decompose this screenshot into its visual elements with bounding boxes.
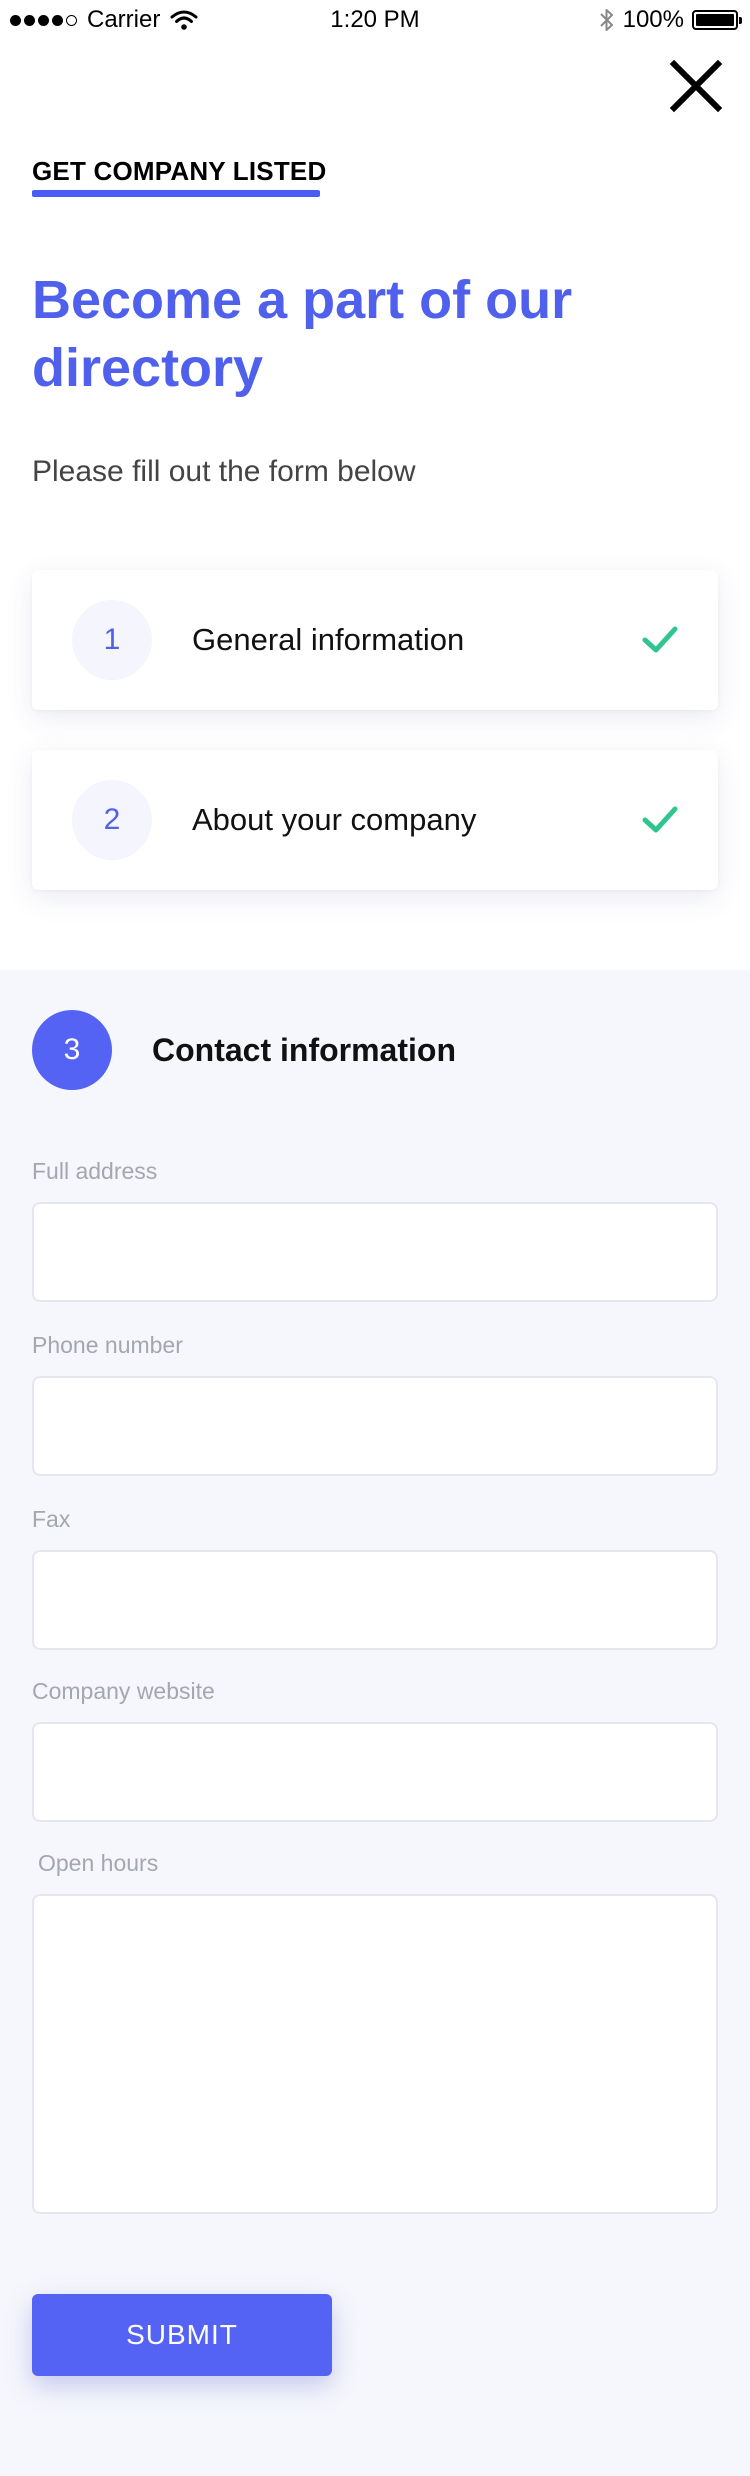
full-address-label: Full address <box>32 1158 158 1184</box>
step-label: About your company <box>192 802 477 837</box>
battery-percent: 100% <box>622 6 684 33</box>
page-subtitle: Please fill out the form below <box>32 455 416 488</box>
step-card-general-information[interactable]: 1 General information <box>32 570 718 710</box>
close-icon <box>669 59 723 113</box>
submit-button[interactable]: SUBMIT <box>32 2294 332 2376</box>
contact-information-section: 3 Contact information Full address Phone… <box>0 970 750 2476</box>
battery-icon <box>692 10 742 30</box>
step-number: 1 <box>72 600 152 680</box>
company-website-input[interactable] <box>32 1722 718 1822</box>
fax-input[interactable] <box>32 1550 718 1650</box>
phone-number-input[interactable] <box>32 1376 718 1476</box>
eyebrow-underline <box>32 190 320 197</box>
phone-number-label: Phone number <box>32 1332 183 1358</box>
check-icon <box>642 626 678 653</box>
step-card-about-your-company[interactable]: 2 About your company <box>32 750 718 890</box>
close-button[interactable] <box>668 58 724 114</box>
check-icon <box>642 806 678 833</box>
open-hours-label: Open hours <box>38 1850 159 1876</box>
section-title: Contact information <box>152 1031 456 1068</box>
open-hours-textarea[interactable] <box>32 1894 718 2214</box>
step-number-active: 3 <box>32 1010 112 1090</box>
bluetooth-icon <box>599 9 613 31</box>
step-label: General information <box>192 622 465 657</box>
company-website-label: Company website <box>32 1678 215 1704</box>
step-number: 2 <box>72 780 152 860</box>
full-address-input[interactable] <box>32 1202 718 1302</box>
fax-label: Fax <box>32 1506 71 1532</box>
status-bar: Carrier 1:20 PM 100% <box>0 0 750 40</box>
page-title: Become a part of our directory <box>32 270 573 398</box>
status-right: 100% <box>599 6 742 34</box>
eyebrow-label: GET COMPANY LISTED <box>32 156 327 186</box>
